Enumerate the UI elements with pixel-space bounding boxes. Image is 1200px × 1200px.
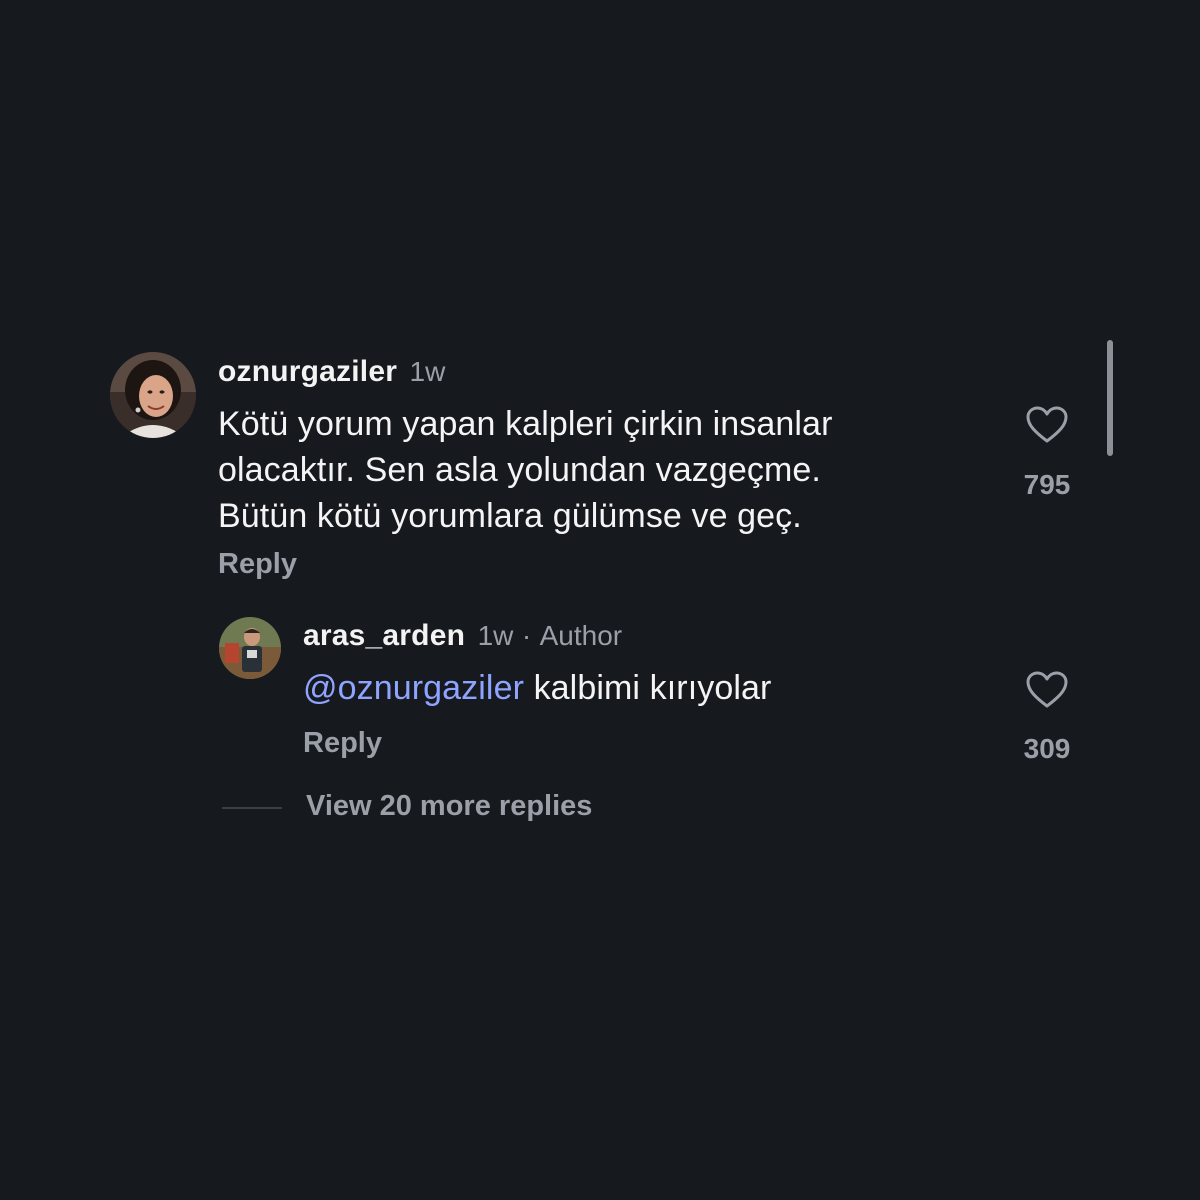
reply-button[interactable]: Reply (303, 727, 382, 760)
reply-text: kalbimi kırıyolar (524, 669, 772, 707)
reply-time: 1w (477, 620, 514, 651)
avatar-image (110, 352, 196, 438)
comment: oznurgaziler 1w Kötü yorum yapan kalpler… (0, 0, 1200, 600)
avatar-image (219, 617, 281, 679)
comment-line: Bütün kötü yorumlara gülümse ve geç. (218, 497, 802, 535)
comments-screen: { "comment": { "username": "oznurgaziler… (0, 0, 1200, 1200)
comment-username[interactable]: oznurgaziler (218, 355, 397, 388)
reply-button[interactable]: Reply (218, 548, 297, 581)
like-count: 309 (1023, 733, 1071, 764)
view-more-replies-button[interactable]: View 20 more replies (306, 790, 592, 823)
reply-comment: aras_arden 1w · Author @oznurgaziler kal… (0, 600, 1200, 780)
comment-line: Kötü yorum yapan kalpleri çirkin insanla… (218, 405, 833, 443)
reply-username[interactable]: aras_arden (303, 619, 465, 652)
separator-dot: · (521, 620, 532, 651)
heart-outline-icon[interactable] (1025, 670, 1069, 710)
comment-body: Kötü yorum yapan kalpleri çirkin insanla… (218, 401, 998, 539)
avatar[interactable] (219, 617, 281, 679)
heart-outline-icon[interactable] (1025, 405, 1069, 445)
author-badge: Author (539, 620, 623, 651)
avatar[interactable] (110, 352, 196, 438)
comment-time: 1w (409, 356, 446, 387)
replies-divider (222, 807, 282, 809)
comment-line: olacaktır. Sen asla yolundan vazgeçme. (218, 451, 821, 489)
reply-body: @oznurgaziler kalbimi kırıyolar (303, 665, 771, 711)
comment-header: oznurgaziler 1w (218, 355, 445, 391)
mention-link[interactable]: @oznurgaziler (303, 669, 524, 707)
reply-header: aras_arden 1w · Author (303, 619, 622, 655)
like-count: 795 (1023, 469, 1071, 500)
